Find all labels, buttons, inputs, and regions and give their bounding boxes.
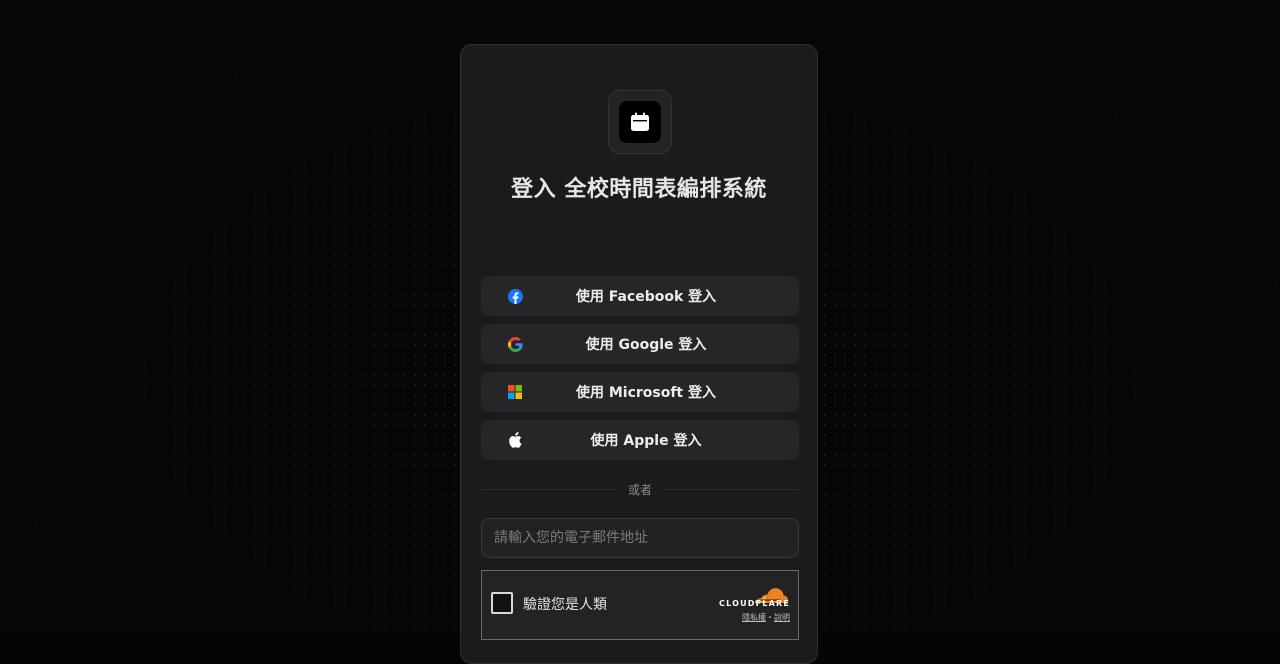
captcha-label: 驗證您是人類: [523, 597, 607, 613]
cloudflare-captcha-widget: 驗證您是人類 CLOUDFLARE 隱私權・說明: [481, 570, 799, 640]
captcha-checkbox[interactable]: [491, 592, 513, 614]
apple-login-label: 使用 Apple 登入: [590, 433, 702, 449]
facebook-icon: [507, 288, 523, 304]
cloudflare-brand-text: CLOUDFLARE: [719, 599, 790, 608]
page-title: 登入 全校時間表編排系統: [511, 177, 767, 202]
microsoft-login-button[interactable]: 使用 Microsoft 登入: [481, 372, 799, 412]
facebook-login-button[interactable]: 使用 Facebook 登入: [481, 276, 799, 316]
facebook-login-label: 使用 Facebook 登入: [575, 289, 717, 305]
divider-text: 或者: [628, 482, 653, 497]
divider-line-right: [662, 488, 800, 490]
google-login-button[interactable]: 使用 Google 登入: [481, 324, 799, 364]
link-separator: ・: [766, 613, 774, 622]
login-card: 登入 全校時間表編排系統 使用 Facebook 登入 使用 Google 登入: [460, 44, 818, 664]
email-input[interactable]: [481, 518, 799, 558]
calendar-icon: [619, 101, 661, 143]
app-logo: [608, 90, 672, 154]
microsoft-icon: [507, 384, 523, 400]
apple-login-button[interactable]: 使用 Apple 登入: [481, 420, 799, 460]
divider-line-left: [481, 488, 618, 490]
google-login-label: 使用 Google 登入: [585, 337, 707, 353]
help-link[interactable]: 說明: [774, 613, 790, 622]
privacy-link[interactable]: 隱私權: [742, 613, 766, 622]
or-divider: 或者: [481, 481, 800, 497]
apple-icon: [507, 432, 523, 448]
google-icon: [507, 336, 523, 352]
captcha-links: 隱私權・說明: [742, 612, 790, 623]
microsoft-login-label: 使用 Microsoft 登入: [575, 385, 717, 401]
